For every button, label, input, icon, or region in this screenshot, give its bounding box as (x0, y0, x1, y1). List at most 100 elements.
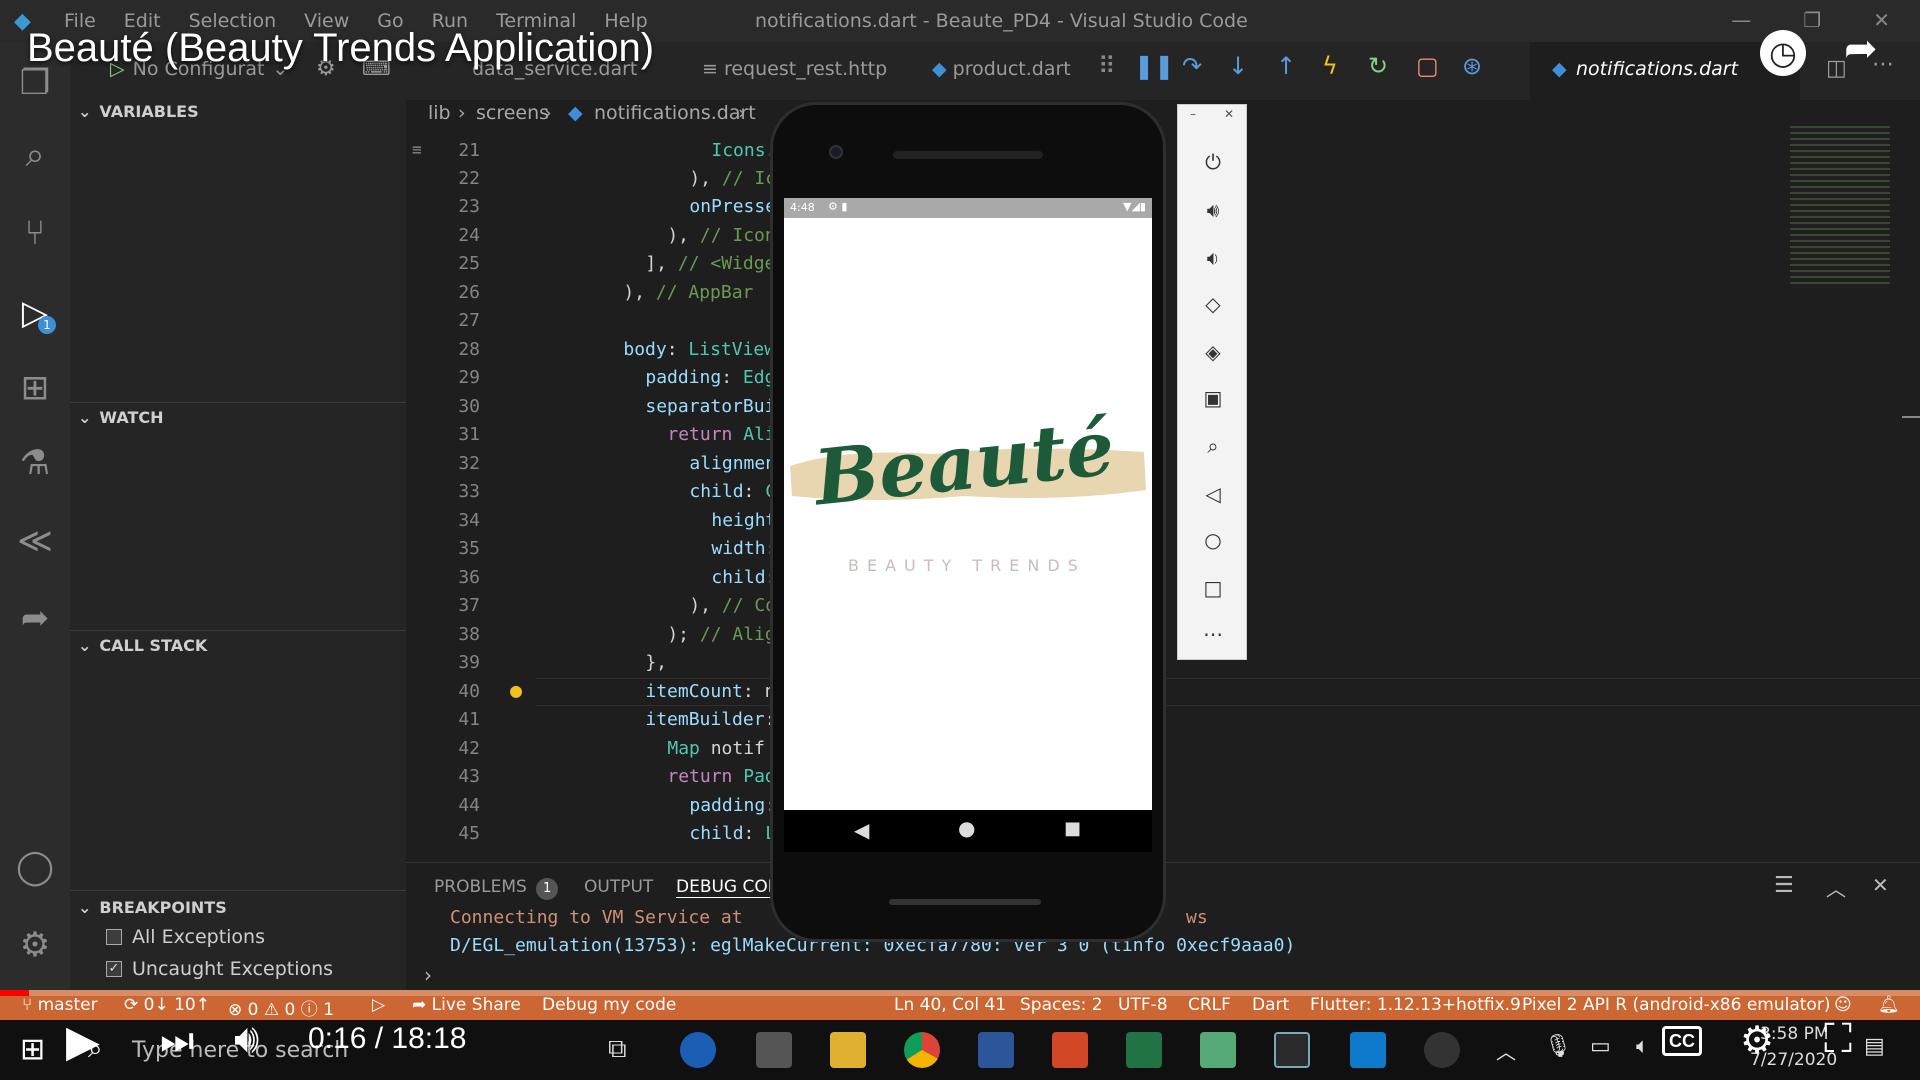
testing-icon[interactable]: ⚗ (14, 442, 56, 484)
live-share-icon[interactable]: ➦ (14, 597, 56, 639)
restart-icon[interactable]: ↻ (1368, 52, 1388, 80)
settings-gear-icon[interactable]: ⚙ (1740, 1018, 1774, 1062)
word-icon[interactable] (978, 1032, 1014, 1068)
zoom-icon[interactable]: ⌕ (1200, 433, 1226, 459)
rotate-left-icon[interactable]: ◇ (1200, 291, 1226, 317)
extensions-icon[interactable]: ⊞ (14, 367, 56, 409)
tab-request-rest[interactable]: ≡ request_rest.http (702, 58, 887, 80)
debug-my-code-item[interactable]: Debug my code (542, 995, 676, 1015)
cursor-position[interactable]: Ln 40, Col 41 (894, 995, 1006, 1015)
indentation[interactable]: Spaces: 2 (1020, 995, 1103, 1015)
phone-screen[interactable]: Beauté BEAUTY TRENDS (784, 198, 1152, 810)
captions-button[interactable]: CC (1662, 1026, 1702, 1056)
rotate-right-icon[interactable]: ◈ (1200, 339, 1226, 365)
windows-start-icon[interactable]: ⊞ (20, 1032, 45, 1067)
close-icon[interactable]: ✕ (1224, 107, 1234, 121)
search-icon[interactable]: ⌕ (14, 134, 56, 176)
task-view-icon[interactable]: ⧉ (608, 1034, 627, 1065)
step-over-icon[interactable]: ↷ (1182, 52, 1202, 80)
run-icon[interactable]: ▷ (372, 995, 385, 1015)
tab-product[interactable]: ◆ product.dart (932, 58, 1071, 80)
section-breakpoints[interactable]: ⌄ BREAKPOINTS (78, 898, 227, 917)
line-ending[interactable]: CRLF (1188, 995, 1231, 1015)
play-icon[interactable]: ▶ (66, 1016, 100, 1067)
home-icon[interactable]: ● (958, 816, 975, 840)
chrome-icon[interactable] (904, 1032, 940, 1068)
volume-icon[interactable]: 🔈︎ (1636, 1034, 1649, 1059)
checkbox-checked[interactable]: ✓ (106, 961, 122, 977)
step-out-icon[interactable]: ↑ (1276, 52, 1296, 80)
fullscreen-icon[interactable]: ⛶ (1824, 1016, 1852, 1062)
notification-icon[interactable]: ▤ (1864, 1034, 1885, 1059)
more-options-icon[interactable]: ⋯ (1200, 621, 1226, 647)
branch-item[interactable]: ⑂ master (22, 995, 98, 1015)
overview-icon[interactable]: □ (1200, 575, 1226, 601)
minimize-icon[interactable]: — (1731, 8, 1751, 32)
maximize-icon[interactable]: ❐ (1803, 8, 1821, 32)
minimap[interactable] (1790, 126, 1890, 286)
volume-down-icon[interactable]: 🔉︎ (1200, 245, 1226, 271)
battery-icon[interactable]: ▭ (1590, 1034, 1611, 1059)
step-into-icon[interactable]: ↓ (1228, 52, 1248, 80)
section-watch[interactable]: ⌄ WATCH (78, 408, 164, 427)
video-title[interactable]: Beauté (Beauty Trends Application) (27, 26, 654, 71)
emulator-app-icon[interactable] (1274, 1032, 1310, 1068)
excel-icon[interactable] (1126, 1032, 1162, 1068)
recents-icon[interactable]: ■ (1064, 818, 1081, 839)
volume-icon[interactable]: 🔊︎ (234, 1016, 259, 1062)
maps-app-icon[interactable] (680, 1032, 716, 1068)
chevron-up-icon[interactable]: ︿ (1496, 1036, 1516, 1065)
sync-item[interactable]: ⟳ 0↓ 10↑ (124, 995, 210, 1015)
breakpoint-uncaught-exceptions[interactable]: ✓ Uncaught Exceptions (106, 958, 333, 980)
source-control-icon[interactable]: ⑂ (14, 212, 56, 254)
chevron-right-icon[interactable]: › (424, 963, 432, 987)
watch-later-icon[interactable]: ◷ (1760, 30, 1806, 76)
home-icon[interactable]: ○ (1200, 527, 1226, 553)
breadcrumb-lib[interactable]: lib (428, 102, 451, 124)
flutter-version[interactable]: Flutter: 1.12.13+hotfix.9 (1310, 995, 1521, 1015)
share-icon[interactable]: ➦ (1844, 26, 1878, 72)
drag-handle-icon[interactable]: ⠿ (1098, 52, 1116, 80)
bell-icon[interactable]: 🔔︎ (1878, 995, 1900, 1015)
fold-icon[interactable]: ≡ (412, 140, 422, 159)
live-share-item[interactable]: ➦ Live Share (412, 995, 521, 1015)
hot-reload-icon[interactable]: ϟ (1322, 52, 1338, 80)
breakpoint-all-exceptions[interactable]: All Exceptions (106, 926, 265, 948)
account-icon[interactable]: ◯ (14, 846, 56, 888)
stop-icon[interactable]: ▢ (1416, 52, 1439, 80)
flutter-icon[interactable]: ≪ (14, 520, 56, 562)
tab-problems[interactable]: PROBLEMS 1 (434, 877, 559, 900)
vscode-taskbar-icon[interactable] (1350, 1032, 1386, 1068)
close-panel-icon[interactable]: ✕ (1872, 873, 1889, 897)
obs-icon[interactable] (1424, 1032, 1460, 1068)
power-icon[interactable]: ⏻ (1200, 149, 1226, 175)
feedback-icon[interactable]: ☺ (1834, 995, 1852, 1015)
checkbox[interactable] (106, 929, 122, 945)
breadcrumb-file[interactable]: notifications.dart (594, 102, 756, 124)
microphone-icon[interactable]: 🎙︎ (1544, 1034, 1572, 1059)
devtools-icon[interactable]: ⊛ (1462, 52, 1482, 80)
back-icon[interactable]: ◁ (1200, 481, 1226, 507)
pause-icon[interactable]: ❚❚ (1134, 52, 1174, 80)
video-progress-bar[interactable] (0, 990, 1920, 996)
mail-app-icon[interactable] (756, 1032, 792, 1068)
device-selector[interactable]: Pixel 2 API R (android-x86 emulator) (1522, 995, 1830, 1015)
scrollbar[interactable] (1902, 416, 1920, 418)
filter-lines-icon[interactable]: ☰ (1774, 873, 1794, 898)
tab-debug-console[interactable]: DEBUG CON (676, 877, 781, 898)
section-variables[interactable]: ⌄ VARIABLES (78, 102, 199, 121)
file-explorer-icon[interactable] (830, 1032, 866, 1068)
minimize-icon[interactable]: – (1190, 107, 1196, 121)
next-icon[interactable]: ⏭︎ (160, 1018, 194, 1063)
run-debug-icon[interactable]: ▷ 1 (14, 292, 56, 334)
section-call-stack[interactable]: ⌄ CALL STACK (78, 636, 207, 655)
app-icon[interactable] (1200, 1032, 1236, 1068)
tab-output[interactable]: OUTPUT (584, 877, 653, 897)
screenshot-camera-icon[interactable]: ▣ (1200, 385, 1226, 411)
encoding[interactable]: UTF-8 (1118, 995, 1168, 1015)
maximize-panel-icon[interactable]: ︿ (1826, 873, 1846, 902)
powerpoint-icon[interactable] (1052, 1032, 1088, 1068)
settings-gear-icon[interactable]: ⚙ (14, 924, 56, 966)
back-icon[interactable]: ◀ (854, 818, 869, 842)
language-mode[interactable]: Dart (1252, 995, 1289, 1015)
